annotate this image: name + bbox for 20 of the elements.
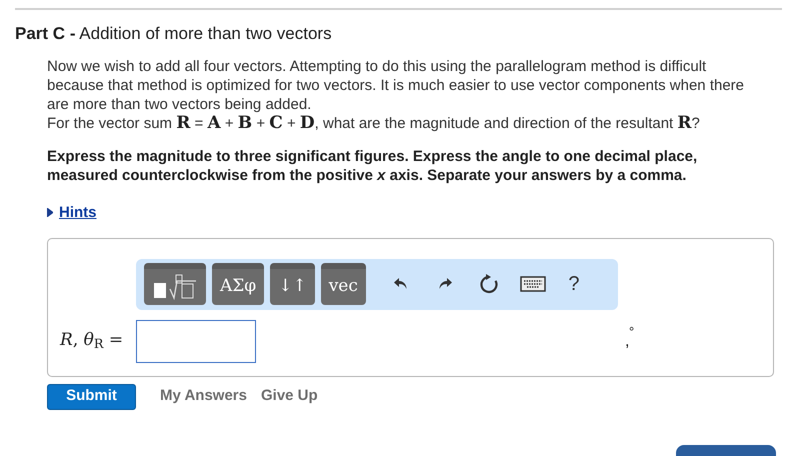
- degree-unit: °: [629, 326, 634, 336]
- comma-separator: ,: [625, 336, 630, 346]
- symbol-button[interactable]: ΑΣφ: [212, 263, 264, 305]
- answer-field[interactable]: [136, 320, 256, 362]
- symbol-button[interactable]: ↓↑: [270, 263, 315, 305]
- action-link[interactable]: Give Up: [260, 385, 318, 408]
- submit-button[interactable]: Submit: [47, 384, 136, 410]
- templates-button[interactable]: [144, 263, 206, 305]
- question-text: Now we wish to add all four vectors. Attempting to do this using the parallelogram method is difficult because that method is optimized for two vectors. It is much easier to use vector components when there are more than two vectors being added.: [47, 56, 746, 114]
- answer-label: R, θ$_{R}$ =: [60, 329, 124, 354]
- instructions-text: Express the magnitude to three significant figures. Express the angle to one decimal place, measured counterclockwise from the positive x axis. Separate your answers by a comma.: [47, 146, 698, 184]
- symbol-button[interactable]: vec: [320, 263, 366, 305]
- keyboard-icon: [520, 276, 546, 292]
- action-link[interactable]: My Answers: [160, 385, 247, 408]
- part-title: Part C - Addition of more than two vectors: [15, 23, 333, 45]
- square-root-icon: [152, 274, 198, 300]
- help-button[interactable]: ?: [562, 269, 586, 299]
- question-text: For the vector sum R = A + B + C + D, what are the magnitude and direction of the resultant R?: [47, 114, 701, 132]
- hints-link[interactable]: Hints: [59, 202, 96, 222]
- reset-icon: [478, 273, 499, 295]
